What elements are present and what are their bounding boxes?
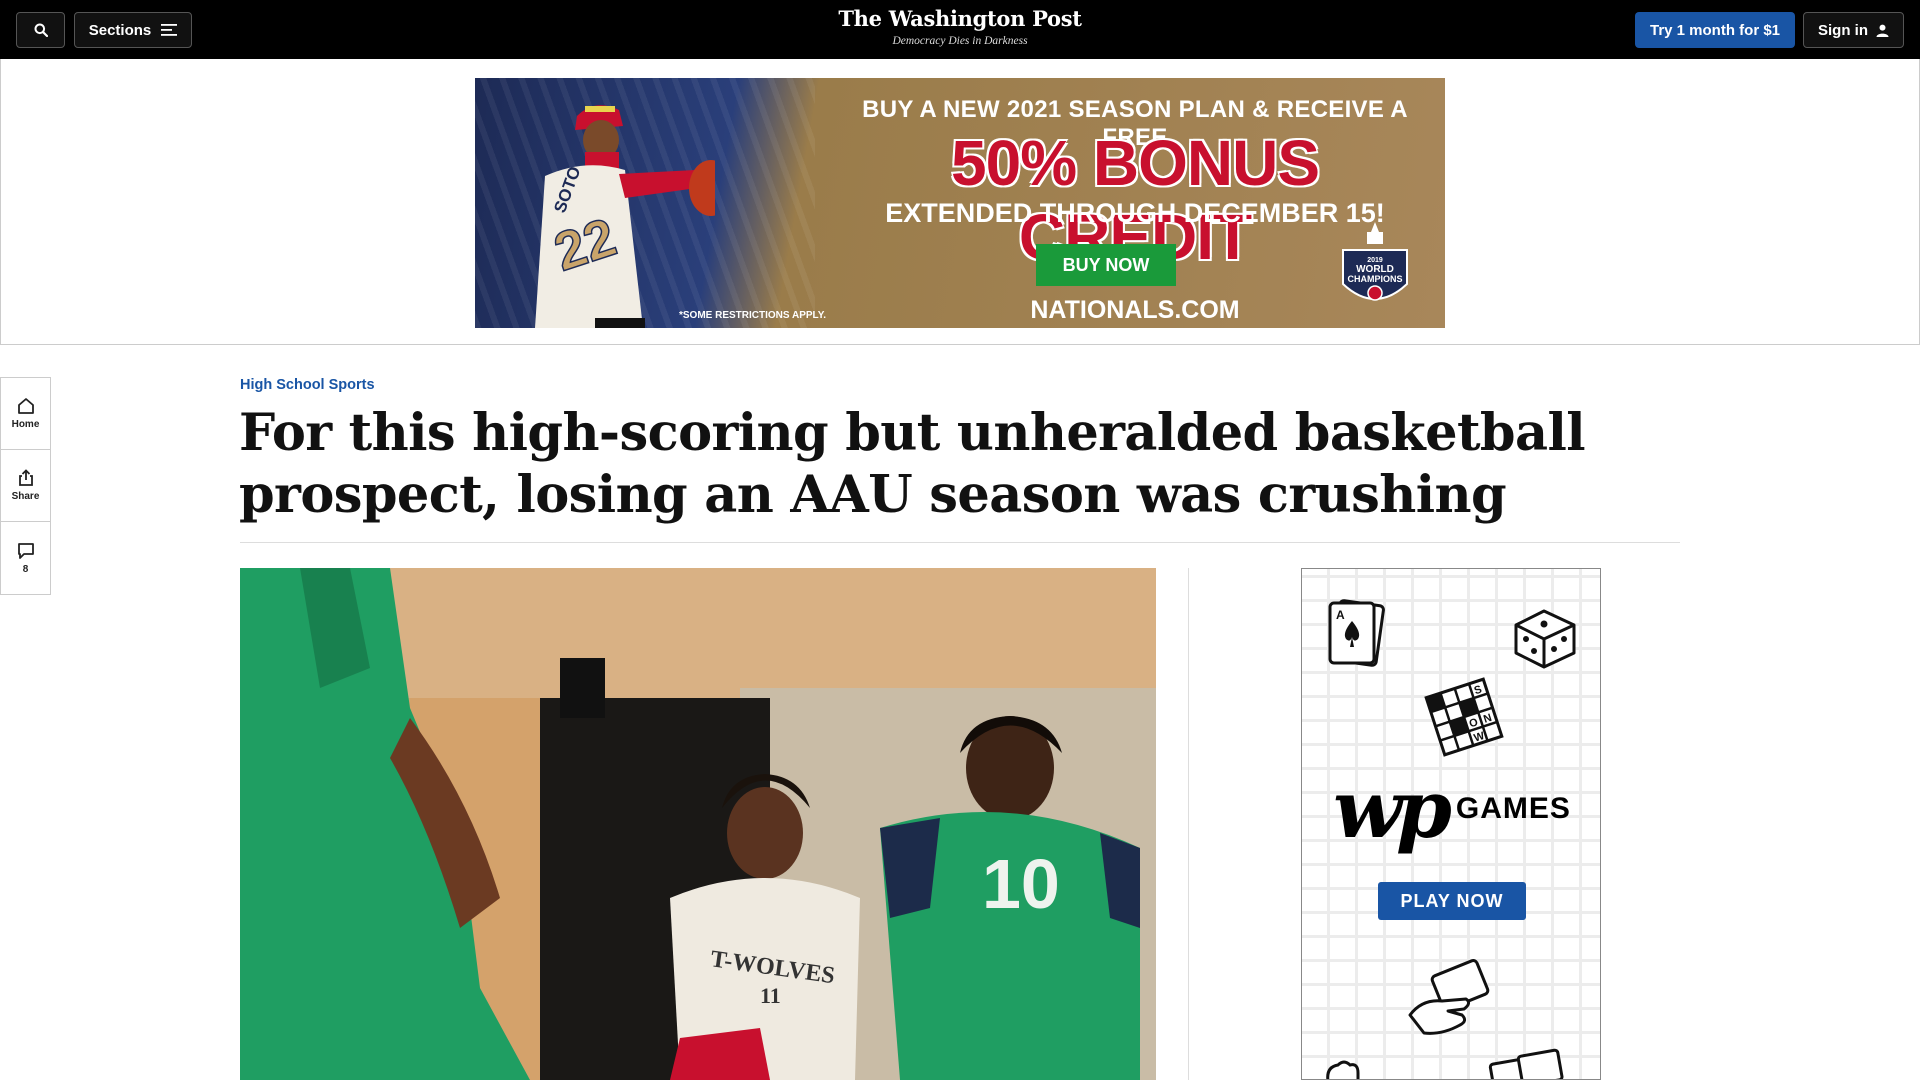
share-label: Share (11, 491, 40, 502)
card-rank: A (1336, 608, 1345, 622)
hand-card-icon (1408, 959, 1490, 1035)
masthead[interactable]: The Washington Post Democracy Dies in Da… (800, 6, 1120, 47)
stacked-cards-icon (1488, 1048, 1564, 1079)
user-icon (1876, 24, 1889, 37)
sign-in-label: Sign in (1818, 21, 1868, 39)
home-icon (17, 398, 34, 414)
home-label: Home (11, 419, 40, 430)
comments-button[interactable]: 8 (1, 522, 50, 594)
basketball-players-image: T-WOLVES 11 10 (240, 568, 1156, 1080)
wp-monogram: wp (1333, 762, 1452, 856)
ad-buy-now-button[interactable]: BUY NOW (1036, 244, 1176, 286)
hamburger-menu-icon (161, 24, 178, 36)
games-label: GAMES (1455, 792, 1571, 825)
wp-games-logo: wp GAMES (1332, 769, 1572, 849)
article-lead-photo[interactable]: T-WOLVES 11 10 (240, 568, 1156, 1080)
badge-year: 2019 (1367, 257, 1383, 264)
badge-line-2: CHAMPIONS (1347, 274, 1402, 284)
share-button[interactable]: Share (1, 450, 50, 522)
share-icon (18, 469, 33, 486)
top-navigation-bar: Sections The Washington Post Democracy D… (0, 0, 1920, 59)
crossword-icon: S N O W (1424, 677, 1504, 757)
wp-games-ad[interactable]: A S N O W wp GAMES PLAY NOW (1301, 568, 1601, 1080)
search-icon (34, 23, 48, 37)
article-headline: For this high-scoring but unheralded bas… (239, 403, 1586, 525)
sign-in-button[interactable]: Sign in (1803, 12, 1904, 48)
jersey-number-left: 11 (760, 983, 781, 1008)
home-button[interactable]: Home (1, 378, 50, 450)
article-section-kicker[interactable]: High School Sports (240, 377, 375, 393)
headline-divider (240, 542, 1680, 543)
comments-count: 8 (22, 563, 29, 575)
sections-label: Sections (88, 21, 152, 39)
site-logo[interactable]: The Washington Post (800, 6, 1120, 32)
ad-website: NATIONALS.COM (1030, 296, 1240, 324)
search-button[interactable] (16, 12, 65, 48)
column-divider (1188, 568, 1189, 1080)
site-tagline: Democracy Dies in Darkness (892, 35, 1028, 47)
sections-menu-button[interactable]: Sections (74, 12, 192, 48)
subscribe-trial-button[interactable]: Try 1 month for $1 (1635, 12, 1795, 48)
play-now-button[interactable]: PLAY NOW (1378, 882, 1526, 920)
comment-icon (17, 542, 34, 559)
world-champions-badge-icon: 2019 WORLD CHAMPIONS (1342, 222, 1408, 301)
hand-peace-icon (1326, 1060, 1360, 1079)
playing-card-icon: A (1328, 599, 1385, 667)
baseball-player-image: 22 SOTO (535, 105, 715, 328)
ad-headline-3: EXTENDED THROUGH DECEMBER 15! (885, 198, 1385, 228)
jersey-number-right: 10 (982, 845, 1060, 923)
article-action-rail: Home Share 8 (0, 377, 51, 595)
ad-disclaimer: *SOME RESTRICTIONS APPLY. (679, 310, 827, 321)
dice-icon (1514, 609, 1576, 669)
nationals-banner-ad[interactable]: 22 SOTO BUY A NEW 2021 SEASON PLAN & REC… (475, 78, 1445, 328)
